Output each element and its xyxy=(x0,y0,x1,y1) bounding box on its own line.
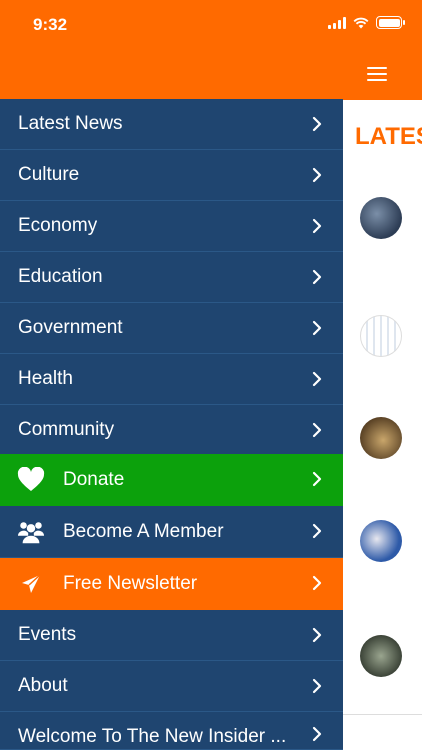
paper-plane-icon xyxy=(17,570,45,598)
chevron-right-icon xyxy=(312,269,322,285)
menu-item-events[interactable]: Events xyxy=(0,610,343,661)
menu-item-donate[interactable]: Donate xyxy=(0,454,343,506)
menu-item-economy[interactable]: Economy xyxy=(0,201,343,252)
chevron-right-icon xyxy=(312,678,322,694)
menu-item-latest-news[interactable]: Latest News xyxy=(0,99,343,150)
menu-item-government[interactable]: Government xyxy=(0,303,343,354)
menu-item-label: Donate xyxy=(63,468,125,490)
hamburger-menu-icon[interactable] xyxy=(367,67,387,81)
members-icon xyxy=(17,518,45,546)
menu-item-label: Latest News xyxy=(18,113,123,134)
menu-item-free-newsletter[interactable]: Free Newsletter xyxy=(0,558,343,610)
status-bar: 9:32 xyxy=(0,0,422,50)
menu-item-label: Events xyxy=(18,624,77,645)
section-title: LATES xyxy=(355,123,422,150)
heart-icon xyxy=(17,466,45,494)
chevron-right-icon xyxy=(312,575,322,591)
app-content: LATES xyxy=(343,100,422,750)
news-thumbnail xyxy=(360,197,402,239)
news-item[interactable] xyxy=(343,510,422,620)
chevron-right-icon xyxy=(312,320,322,336)
menu-item-label: Culture xyxy=(18,164,80,185)
news-item[interactable] xyxy=(343,400,422,510)
battery-icon xyxy=(376,16,405,29)
menu-item-become-a-member[interactable]: Become A Member xyxy=(0,506,343,558)
menu-item-health[interactable]: Health xyxy=(0,354,343,405)
menu-item-label: Community xyxy=(18,419,115,440)
chevron-right-icon xyxy=(312,116,322,132)
chevron-right-icon xyxy=(312,422,322,438)
navigation-drawer: Latest News Culture Economy Education Go… xyxy=(0,50,343,750)
chevron-right-icon xyxy=(312,726,322,742)
menu-item-about[interactable]: About xyxy=(0,661,343,712)
chevron-right-icon xyxy=(312,471,322,487)
news-thumbnail xyxy=(360,520,402,562)
signal-icon xyxy=(328,16,346,29)
menu-item-welcome[interactable]: Welcome To The New Insider ... xyxy=(0,712,343,750)
divider xyxy=(343,714,422,715)
menu-item-label: About xyxy=(18,675,68,696)
chevron-right-icon xyxy=(312,218,322,234)
menu-item-label: Government xyxy=(18,317,123,338)
menu-item-label: Health xyxy=(18,368,73,389)
menu-item-label: Economy xyxy=(18,215,98,236)
chevron-right-icon xyxy=(312,167,322,183)
menu-item-label: Free Newsletter xyxy=(63,572,198,594)
status-icons xyxy=(328,16,405,29)
menu-item-community[interactable]: Community xyxy=(0,405,343,456)
wifi-icon xyxy=(353,17,369,28)
news-thumbnail xyxy=(360,417,402,459)
news-item[interactable] xyxy=(343,290,422,400)
menu-item-label: Education xyxy=(18,266,103,287)
menu-item-education[interactable]: Education xyxy=(0,252,343,303)
news-thumbnail xyxy=(360,635,402,677)
chevron-right-icon xyxy=(312,523,322,539)
drawer-header xyxy=(0,50,343,99)
news-thumbnail xyxy=(360,315,402,357)
status-time: 9:32 xyxy=(33,15,68,34)
news-item[interactable] xyxy=(343,180,422,290)
chevron-right-icon xyxy=(312,371,322,387)
menu-item-culture[interactable]: Culture xyxy=(0,150,343,201)
menu-item-label: Welcome To The New Insider ... xyxy=(18,726,287,747)
menu-item-label: Become A Member xyxy=(63,520,224,542)
chevron-right-icon xyxy=(312,627,322,643)
